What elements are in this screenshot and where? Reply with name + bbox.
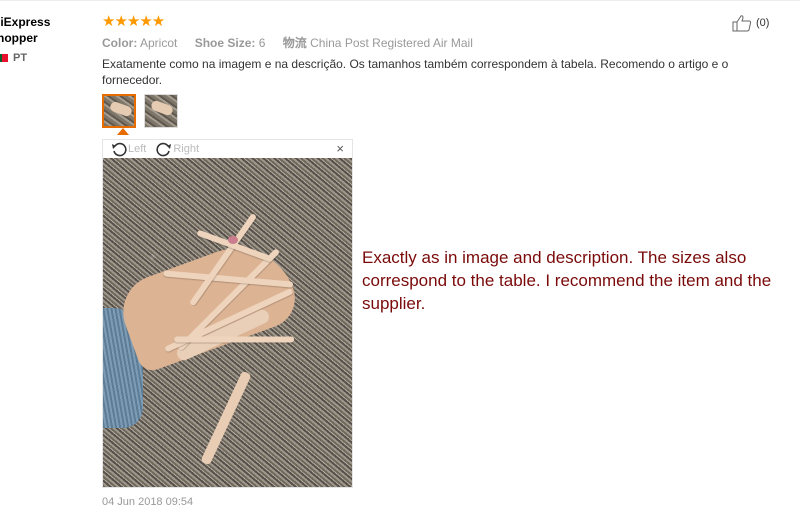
rotate-right-label: Right [173,143,200,155]
rotate-left-label: Left [128,143,147,155]
shipping-value: China Post Registered Air Mail [310,36,473,50]
country-code: PT [13,52,28,64]
review-image-thumbnail-2[interactable] [144,94,178,128]
image-viewer: Left Right × [102,139,353,488]
review-image-thumbnail-1[interactable] [102,94,136,128]
image-viewer-toolbar: Left Right × [103,140,352,158]
helpful-count: (0) [756,17,770,29]
portugal-flag-icon [0,54,8,62]
rotate-left-button[interactable]: Left [111,141,146,157]
reviewer-name-line1: liExpress [0,15,51,29]
review-date: 04 Jun 2018 09:54 [102,496,194,508]
thumbs-up-icon [732,15,752,32]
review-photo [103,158,352,487]
rotate-left-icon [112,142,127,157]
shoe-size-value: 6 [258,36,266,50]
helpful-button[interactable]: (0) [732,14,769,32]
color-value: Apricot [140,36,178,50]
reviewer-name[interactable]: liExpress hopper [0,14,96,46]
rotate-right-button[interactable]: Right [156,141,199,157]
review-text: Exatamente como na imagem e na descrição… [102,57,729,87]
shipping-label: 物流 [282,36,307,50]
reviewer-country: PT [0,52,96,64]
shoe-size-label: Shoe Size: [194,36,256,50]
reviewer-info: liExpress hopper PT [0,14,96,64]
star-rating: ★★★★★ [102,13,165,30]
review-meta: Color: Apricot Shoe Size: 6 物流 China Pos… [102,34,487,51]
translation-overlay: Exactly as in image and description. The… [362,248,772,313]
review-image-thumbnails [102,94,178,128]
rotate-right-icon [156,142,172,157]
close-viewer-button[interactable]: × [336,141,344,156]
top-divider [0,0,800,1]
active-thumbnail-caret [117,128,129,135]
color-label: Color: [102,36,138,50]
reviewer-name-line2: hopper [0,31,38,45]
